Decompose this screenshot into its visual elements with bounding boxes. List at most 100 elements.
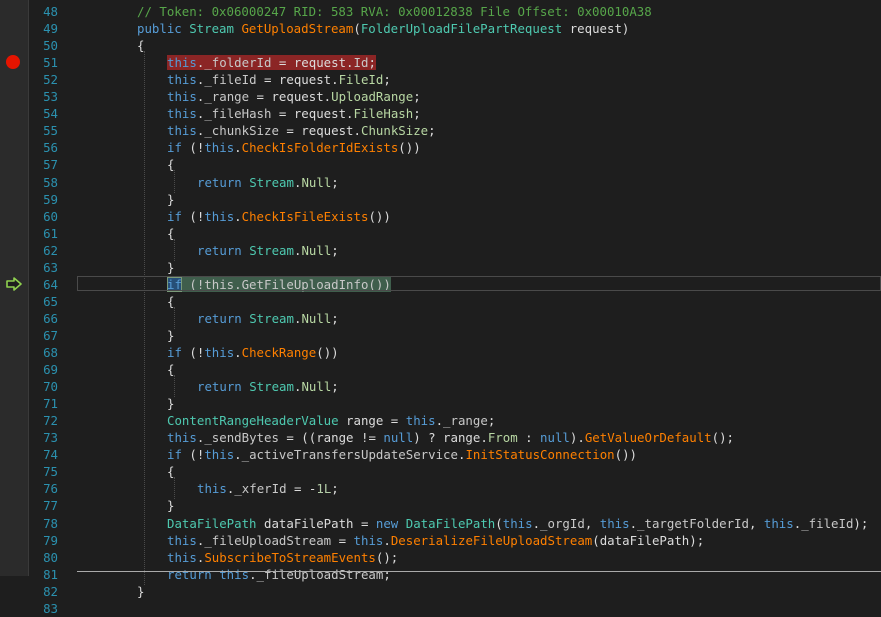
line-number: 52 <box>43 72 58 88</box>
code-token: DataFilePath <box>167 515 264 531</box>
code-token: } <box>167 498 175 514</box>
line-number: 68 <box>43 345 58 360</box>
code-token: _fileUploadStream <box>204 532 332 548</box>
code-line[interactable]: 66 return Stream.Null; <box>0 310 881 327</box>
code-text: this._range = request.UploadRange; <box>167 88 421 105</box>
code-line[interactable]: 57{ <box>0 156 881 173</box>
code-line[interactable]: 68 if (!this.CheckRange()) <box>0 344 881 361</box>
code-line[interactable]: 78 DataFilePath dataFilePath = new DataFi… <box>0 515 881 532</box>
code-line[interactable]: 69{ <box>0 361 881 378</box>
code-line[interactable]: 73 this._sendBytes = ((range != null) ? r… <box>0 429 881 446</box>
code-token: (! <box>189 447 205 463</box>
code-line[interactable]: 61{ <box>0 225 881 242</box>
code-token: } <box>167 396 175 412</box>
code-token: . <box>234 208 242 224</box>
code-text: } <box>167 327 174 344</box>
code-token: _xferId <box>234 481 287 497</box>
code-token: if <box>167 345 190 360</box>
code-line[interactable]: 67} <box>0 327 881 344</box>
code-token: } <box>167 327 175 343</box>
code-text: return Stream.Null; <box>197 174 339 191</box>
code-token: return <box>197 174 250 190</box>
code-text: this._fileId = request.FileId; <box>167 71 391 88</box>
code-token: CheckIsFolderIdExists <box>241 140 399 156</box>
code-text: return Stream.Null; <box>197 242 339 259</box>
code-token: . <box>383 532 391 548</box>
code-line[interactable]: 50{ <box>0 37 881 54</box>
code-token: ()) <box>614 447 638 463</box>
code-editor[interactable]: 48 // Token: 0x06000247 RID: 583 RVA: 0x0… <box>0 0 881 616</box>
code-line[interactable]: 51 this._folderId = request.Id; <box>0 54 881 71</box>
code-text: this._chunkSize = request.ChunkSize; <box>167 122 436 139</box>
code-line[interactable]: 72 ContentRangeHeaderValue range = this._… <box>0 412 881 429</box>
code-line[interactable]: 55 this._chunkSize = request.ChunkSize; <box>0 122 881 139</box>
code-line[interactable]: 60 if (!this.CheckIsFileExists()) <box>0 208 881 225</box>
code-token: = request. <box>249 89 332 105</box>
line-number: 71 <box>43 396 58 412</box>
code-token: ; <box>413 106 421 122</box>
code-text: // Token: 0x06000247 RID: 583 RVA: 0x000… <box>137 3 652 20</box>
code-text: this._fileHash = request.FileHash; <box>167 105 421 122</box>
code-token: range = <box>346 413 406 429</box>
code-line[interactable]: 79 this._fileUploadStream = this.Deserial… <box>0 532 881 549</box>
code-line[interactable]: 65{ <box>0 293 881 310</box>
code-text: } <box>167 395 174 412</box>
code-token: = request. <box>271 106 354 122</box>
code-token: GetValueOrDefault <box>584 430 712 446</box>
breakpoint-highlight: this._folderId = request.Id; <box>167 55 376 71</box>
indent-guide <box>174 238 175 261</box>
code-text: public Stream GetUploadStream(FolderUplo… <box>137 20 629 37</box>
code-line[interactable]: 59} <box>0 191 881 208</box>
code-line[interactable]: 53 this._range = request.UploadRange; <box>0 88 881 105</box>
line-number: 55 <box>43 123 58 139</box>
code-line[interactable]: 75{ <box>0 463 881 480</box>
code-line[interactable]: 62 return Stream.Null; <box>0 242 881 259</box>
code-token: ChunkSize <box>360 123 429 139</box>
code-token: this <box>167 532 197 548</box>
code-token: ; <box>428 123 436 139</box>
code-text: ContentRangeHeaderValue range = this._ra… <box>167 412 495 429</box>
line-number: 59 <box>43 191 58 207</box>
line-number: 73 <box>43 430 58 446</box>
line-number: 63 <box>43 259 58 275</box>
code-line[interactable]: 83 <box>0 600 881 617</box>
code-line[interactable]: 80 this.SubscribeToStreamEvents(); <box>0 549 881 566</box>
code-line[interactable]: 76 this._xferId = -1L; <box>0 480 881 497</box>
indent-guide <box>144 51 145 585</box>
code-token: ; <box>383 72 391 88</box>
code-line[interactable]: 58 return Stream.Null; <box>0 174 881 191</box>
code-line[interactable]: 81 return this._fileUploadStream; <box>0 566 881 583</box>
code-token: ; <box>368 55 376 71</box>
code-line[interactable]: 71} <box>0 395 881 412</box>
code-line[interactable]: 77} <box>0 497 881 514</box>
code-token: this <box>763 515 794 531</box>
code-line[interactable]: 63} <box>0 259 881 276</box>
code-token: Id <box>353 55 369 71</box>
code-line[interactable]: 82} <box>0 583 881 600</box>
code-token: if <box>167 140 190 156</box>
code-token: (! <box>189 140 205 156</box>
code-token: ; <box>331 174 339 190</box>
code-token: ( <box>495 515 503 531</box>
line-number: 69 <box>43 362 58 378</box>
line-number: 76 <box>43 481 58 497</box>
code-token: _sendBytes <box>204 430 279 446</box>
code-line[interactable]: 49 public Stream GetUploadStream(FolderUp… <box>0 20 881 37</box>
code-line[interactable]: 74 if (!this._activeTransfersUpdateServic… <box>0 446 881 463</box>
code-token: this <box>167 430 197 446</box>
code-line[interactable]: 70 return Stream.Null; <box>0 378 881 395</box>
code-text: this._folderId = request.Id; <box>167 54 376 71</box>
code-line[interactable]: 52 this._fileId = request.FileId; <box>0 71 881 88</box>
code-token: = request. <box>256 72 339 88</box>
code-token: public <box>137 21 190 37</box>
code-line[interactable]: 56 if (!this.CheckIsFolderIdExists()) <box>0 139 881 156</box>
code-token: UploadRange <box>331 89 414 105</box>
line-number: 48 <box>43 4 58 19</box>
code-line[interactable]: 54 this._fileHash = request.FileHash; <box>0 105 881 122</box>
execution-pointer-icon[interactable] <box>5 276 23 291</box>
code-token: } <box>167 259 175 275</box>
code-text: this._fileUploadStream = this.Deserializ… <box>167 532 704 549</box>
code-token: _folderId <box>204 55 272 71</box>
code-line[interactable]: 48 // Token: 0x06000247 RID: 583 RVA: 0x0… <box>0 3 881 20</box>
code-token: this <box>167 55 197 71</box>
